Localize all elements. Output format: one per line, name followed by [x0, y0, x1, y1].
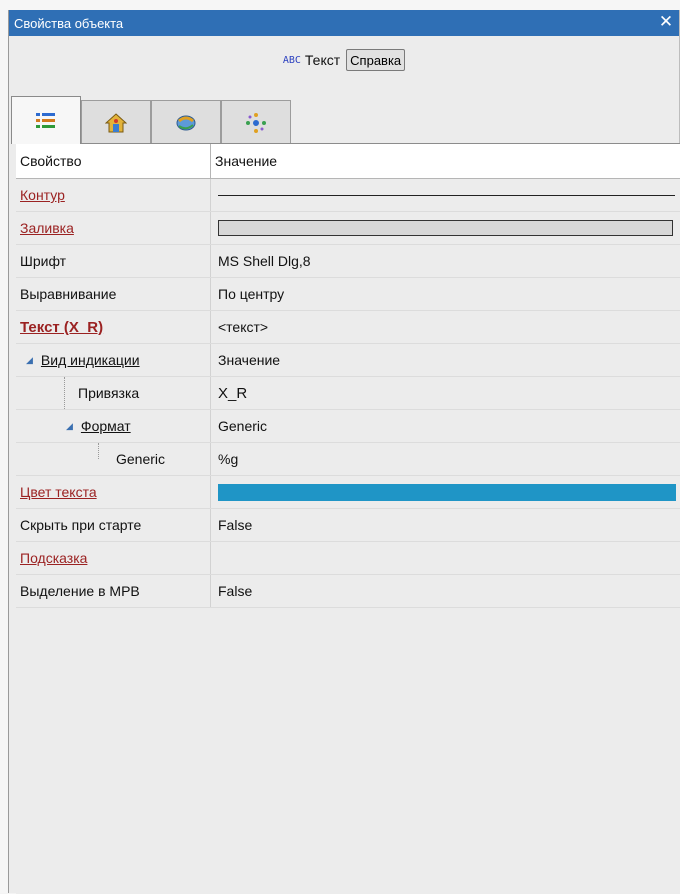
properties-list-icon: [36, 112, 55, 128]
property-name-cell: ◢ Формат: [16, 410, 211, 442]
object-type-label: Текст: [304, 52, 341, 68]
property-value[interactable]: Generic: [211, 410, 680, 442]
property-row-indication[interactable]: ◢ Вид индикации Значение: [16, 344, 680, 377]
property-name: Generic: [116, 451, 166, 467]
text-color-swatch: [218, 483, 676, 501]
grid-empty-area: [16, 608, 680, 894]
property-name-cell: Подсказка: [16, 542, 211, 574]
property-row-format[interactable]: ◢ Формат Generic: [16, 410, 680, 443]
text-property-link[interactable]: Текст (X_R): [20, 319, 103, 336]
tab-scripts[interactable]: [151, 100, 221, 144]
animation-icon: [246, 112, 266, 133]
property-name-cell: Generic: [16, 443, 211, 475]
property-value[interactable]: %g: [211, 443, 680, 475]
text-type-icon: ABC: [282, 54, 301, 66]
property-value[interactable]: По центру: [211, 278, 680, 310]
format-link[interactable]: Формат: [81, 418, 131, 434]
close-icon[interactable]: ✕: [657, 12, 675, 32]
property-value-cell[interactable]: [211, 179, 680, 211]
property-name-cell: ◢ Вид индикации: [16, 344, 211, 376]
expand-toggle-icon[interactable]: ◢: [66, 421, 73, 432]
property-row-binding[interactable]: Привязка X_R: [16, 377, 680, 410]
property-name: Выделение в MPB: [16, 575, 211, 607]
expand-toggle-icon[interactable]: ◢: [26, 355, 33, 366]
property-grid: Свойство Значение Контур Заливка Шрифт M…: [16, 143, 680, 894]
tooltip-link[interactable]: Подсказка: [20, 550, 87, 566]
property-value-cell[interactable]: [211, 476, 680, 508]
scripts-icon: [176, 115, 196, 130]
property-row-mpb-highlight[interactable]: Выделение в MPB False: [16, 575, 680, 608]
outline-property-link[interactable]: Контур: [20, 187, 65, 203]
grid-header: Свойство Значение: [16, 144, 680, 179]
property-name-cell: Контур: [16, 179, 211, 211]
property-row-generic[interactable]: Generic %g: [16, 443, 680, 476]
panel-title-bar: Свойства объекта ✕: [9, 10, 679, 36]
property-name-cell: Привязка: [16, 377, 211, 409]
property-name: Привязка: [78, 385, 140, 401]
value-column-header[interactable]: Значение: [211, 144, 680, 178]
property-value[interactable]: MS Shell Dlg,8: [211, 245, 680, 277]
property-name-cell: Цвет текста: [16, 476, 211, 508]
property-value[interactable]: False: [211, 509, 680, 541]
outline-line-preview: [218, 194, 675, 196]
object-type-bar: ABC Текст Справка: [9, 36, 679, 84]
property-row-font[interactable]: Шрифт MS Shell Dlg,8: [16, 245, 680, 278]
property-value[interactable]: [211, 542, 680, 574]
property-row-text-color[interactable]: Цвет текста: [16, 476, 680, 509]
house-icon: [105, 112, 127, 132]
property-value[interactable]: X_R: [211, 377, 680, 409]
tree-connector: [64, 377, 65, 409]
indication-type-link[interactable]: Вид индикации: [41, 352, 140, 368]
property-value-cell[interactable]: [211, 212, 680, 244]
text-color-link[interactable]: Цвет текста: [20, 484, 97, 500]
property-row-tooltip[interactable]: Подсказка: [16, 542, 680, 575]
property-value[interactable]: Значение: [211, 344, 680, 376]
panel-title: Свойства объекта: [14, 15, 124, 31]
tab-animation[interactable]: [221, 100, 291, 144]
property-row-outline[interactable]: Контур: [16, 179, 680, 212]
fill-color-preview: [218, 220, 673, 236]
property-value[interactable]: False: [211, 575, 680, 607]
property-row-alignment[interactable]: Выравнивание По центру: [16, 278, 680, 311]
fill-property-link[interactable]: Заливка: [20, 220, 74, 236]
property-value[interactable]: <текст>: [211, 311, 680, 343]
object-properties-panel: Свойства объекта ✕ ABC Текст Справка Сво…: [8, 10, 680, 894]
property-column-header[interactable]: Свойство: [16, 144, 211, 178]
help-button[interactable]: Справка: [346, 49, 406, 71]
screen-background: Свойства объекта ✕ ABC Текст Справка Сво…: [0, 0, 680, 894]
property-row-text[interactable]: Текст (X_R) <текст>: [16, 311, 680, 344]
tab-appearance[interactable]: [81, 100, 151, 144]
tree-connector: [98, 443, 99, 459]
properties-tabs: [11, 94, 291, 144]
property-row-fill[interactable]: Заливка: [16, 212, 680, 245]
property-name: Скрыть при старте: [16, 509, 211, 541]
property-name: Выравнивание: [16, 278, 211, 310]
property-name: Шрифт: [16, 245, 211, 277]
tab-properties[interactable]: [11, 96, 81, 144]
property-name-cell: Заливка: [16, 212, 211, 244]
property-row-hide-on-start[interactable]: Скрыть при старте False: [16, 509, 680, 542]
property-name-cell: Текст (X_R): [16, 311, 211, 343]
